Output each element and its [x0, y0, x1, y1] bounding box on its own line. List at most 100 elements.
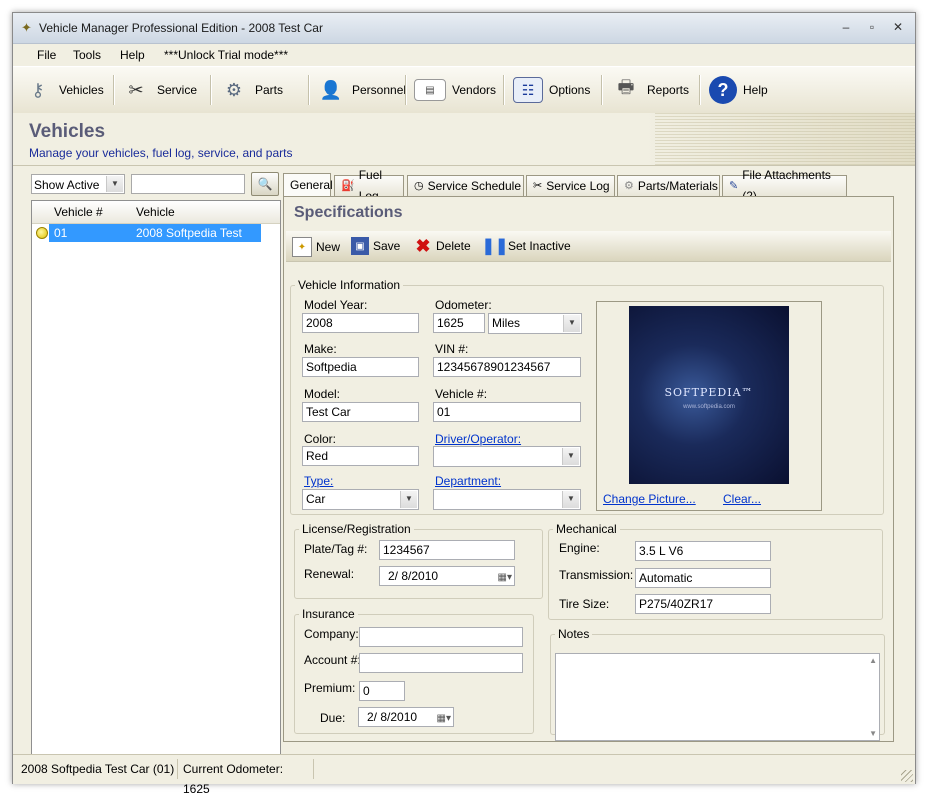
tab-fuel-log[interactable]: ⛽ Fuel Log	[334, 168, 404, 203]
resize-grip-icon[interactable]	[901, 770, 913, 782]
toolbar-label: Vehicles	[59, 83, 104, 97]
gears-icon: ⚙	[225, 79, 243, 100]
insurance-premium-field[interactable]: 0	[359, 681, 405, 701]
minimize-button[interactable]: –	[835, 18, 857, 36]
action-label: Save	[373, 239, 401, 253]
tab-file-attachments[interactable]: ✎ File Attachments (2)	[722, 168, 847, 203]
printer-icon: 🖶	[617, 77, 635, 97]
odometer-unit-select[interactable]: Miles ▼	[488, 313, 582, 334]
menu-tools[interactable]: Tools	[73, 48, 101, 62]
title-bar: ✦ Vehicle Manager Professional Edition -…	[13, 13, 915, 44]
set-inactive-button[interactable]: ❚❚ Set Inactive	[481, 237, 571, 255]
odometer-field[interactable]: 1625	[433, 313, 485, 333]
toolbar-options-button[interactable]: ☷ Options	[513, 72, 590, 108]
status-vehicle: 2008 Softpedia Test Car (01)	[17, 759, 178, 779]
tab-general[interactable]: General	[283, 173, 333, 196]
make-field[interactable]: Softpedia	[302, 357, 419, 377]
delete-x-icon: ✖	[415, 235, 431, 256]
save-button[interactable]: ▣ Save	[351, 237, 400, 255]
tab-parts-materials[interactable]: ⚙ Parts/Materials	[617, 175, 720, 196]
picture-url-text: www.softpedia.com	[683, 404, 735, 410]
pause-icon: ❚❚	[481, 238, 509, 255]
vin-field[interactable]: 12345678901234567	[433, 357, 581, 377]
vehicle-search-input[interactable]	[131, 174, 245, 194]
notes-textarea[interactable]: ▲ ▼	[555, 653, 880, 741]
odometer-label: Odometer:	[435, 298, 492, 312]
toolbar-label: Reports	[647, 83, 690, 97]
new-button[interactable]: ✦ New	[292, 237, 340, 257]
column-header-vehicle-number[interactable]: Vehicle #	[54, 205, 103, 219]
group-legend: Mechanical	[556, 522, 617, 536]
renewal-date-picker[interactable]: 2/ 8/2010 ▦▾	[379, 566, 515, 586]
tab-service-schedule[interactable]: ◷ Service Schedule	[407, 175, 524, 196]
select-value: Miles	[492, 316, 521, 330]
insurance-due-date-picker[interactable]: 2/ 8/2010 ▦▾	[358, 707, 454, 727]
due-label: Due:	[320, 711, 346, 725]
toolbar-label: Vendors	[452, 83, 497, 97]
scroll-up-arrow-icon[interactable]: ▲	[869, 656, 877, 665]
change-picture-link[interactable]: Change Picture...	[603, 492, 696, 506]
vehicle-filter-dropdown[interactable]: Show Active ▼	[31, 174, 125, 194]
toolbar-parts-button[interactable]: ⚙ Parts	[219, 72, 283, 108]
filter-value: Show Active	[34, 178, 100, 192]
vehicle-picture: SOFTPEDIA™ www.softpedia.com	[629, 306, 789, 484]
fuel-pump-icon: ⛽	[341, 179, 355, 192]
tools-icon: ✂	[533, 179, 543, 192]
chevron-down-icon: ▼	[400, 491, 417, 508]
calendar-icon: ▦▾	[436, 713, 451, 724]
type-select[interactable]: Car ▼	[302, 489, 419, 510]
vehicle-list: Vehicle # Vehicle 01 2008 Softpedia Test…	[31, 200, 281, 770]
menu-help[interactable]: Help	[120, 48, 145, 62]
transmission-field[interactable]: Automatic	[635, 568, 771, 588]
insurance-company-field[interactable]	[359, 627, 523, 647]
toolbar-service-button[interactable]: ✂ Service	[121, 72, 197, 108]
model-label: Model:	[304, 387, 341, 401]
type-link[interactable]: Type:	[304, 474, 333, 488]
toolbar-label: Help	[743, 83, 768, 97]
chevron-down-icon: ▼	[562, 491, 579, 508]
transmission-label: Transmission:	[559, 568, 634, 582]
plate-tag-field[interactable]: 1234567	[379, 540, 515, 560]
department-link[interactable]: Department:	[435, 474, 501, 488]
toolbar-label: Parts	[255, 83, 284, 97]
column-header-vehicle[interactable]: Vehicle	[136, 205, 175, 219]
close-button[interactable]: ✕	[887, 18, 909, 36]
floppy-disk-icon: ▣	[351, 237, 369, 255]
keys-icon: ⚷	[31, 79, 45, 100]
paperclip-icon: ✎	[729, 179, 739, 192]
vehicle-row[interactable]: 01 2008 Softpedia Test Car	[49, 224, 261, 254]
tab-service-log[interactable]: ✂ Service Log	[526, 175, 615, 196]
driver-operator-link[interactable]: Driver/Operator:	[435, 432, 521, 446]
toolbar-label: Personnel	[352, 83, 407, 97]
group-legend: License/Registration	[302, 522, 411, 536]
search-icon: 🔍	[257, 177, 273, 191]
department-select[interactable]: ▼	[433, 489, 581, 510]
active-status-icon	[36, 227, 48, 239]
license-registration-group: License/Registration	[294, 522, 543, 599]
maximize-button[interactable]: ▫	[861, 18, 883, 36]
vehicle-number-field[interactable]: 01	[433, 402, 581, 422]
menu-unlock-trial[interactable]: ***Unlock Trial mode***	[164, 48, 288, 62]
insurance-account-field[interactable]	[359, 653, 523, 673]
model-field[interactable]: Test Car	[302, 402, 419, 422]
scroll-down-arrow-icon[interactable]: ▼	[869, 729, 877, 738]
vehicle-number-label: Vehicle #:	[435, 387, 488, 401]
vehicle-picture-box: SOFTPEDIA™ www.softpedia.com Change Pict…	[596, 301, 822, 511]
menu-file[interactable]: File	[37, 48, 56, 62]
toolbar-vendors-button[interactable]: ▤ Vendors	[414, 72, 496, 108]
delete-button[interactable]: ✖ Delete	[414, 235, 470, 256]
model-year-field[interactable]: 2008	[302, 313, 419, 333]
group-legend: Vehicle Information	[298, 278, 401, 292]
toolbar-label: Service	[157, 83, 198, 97]
toolbar-personnel-button[interactable]: 👤 Personnel	[316, 72, 406, 108]
toolbar-vehicles-button[interactable]: ⚷ Vehicles	[23, 72, 104, 108]
driver-operator-select[interactable]: ▼	[433, 446, 581, 467]
clear-picture-link[interactable]: Clear...	[723, 492, 761, 506]
color-field[interactable]: Red	[302, 446, 419, 466]
tire-size-field[interactable]: P275/40ZR17	[635, 594, 771, 614]
toolbar-help-button[interactable]: ? Help	[709, 72, 768, 108]
picture-brand-text: SOFTPEDIA™	[664, 386, 754, 399]
toolbar-reports-button[interactable]: 🖶 Reports	[611, 72, 690, 108]
search-button[interactable]: 🔍	[251, 172, 279, 196]
engine-field[interactable]: 3.5 L V6	[635, 541, 771, 561]
